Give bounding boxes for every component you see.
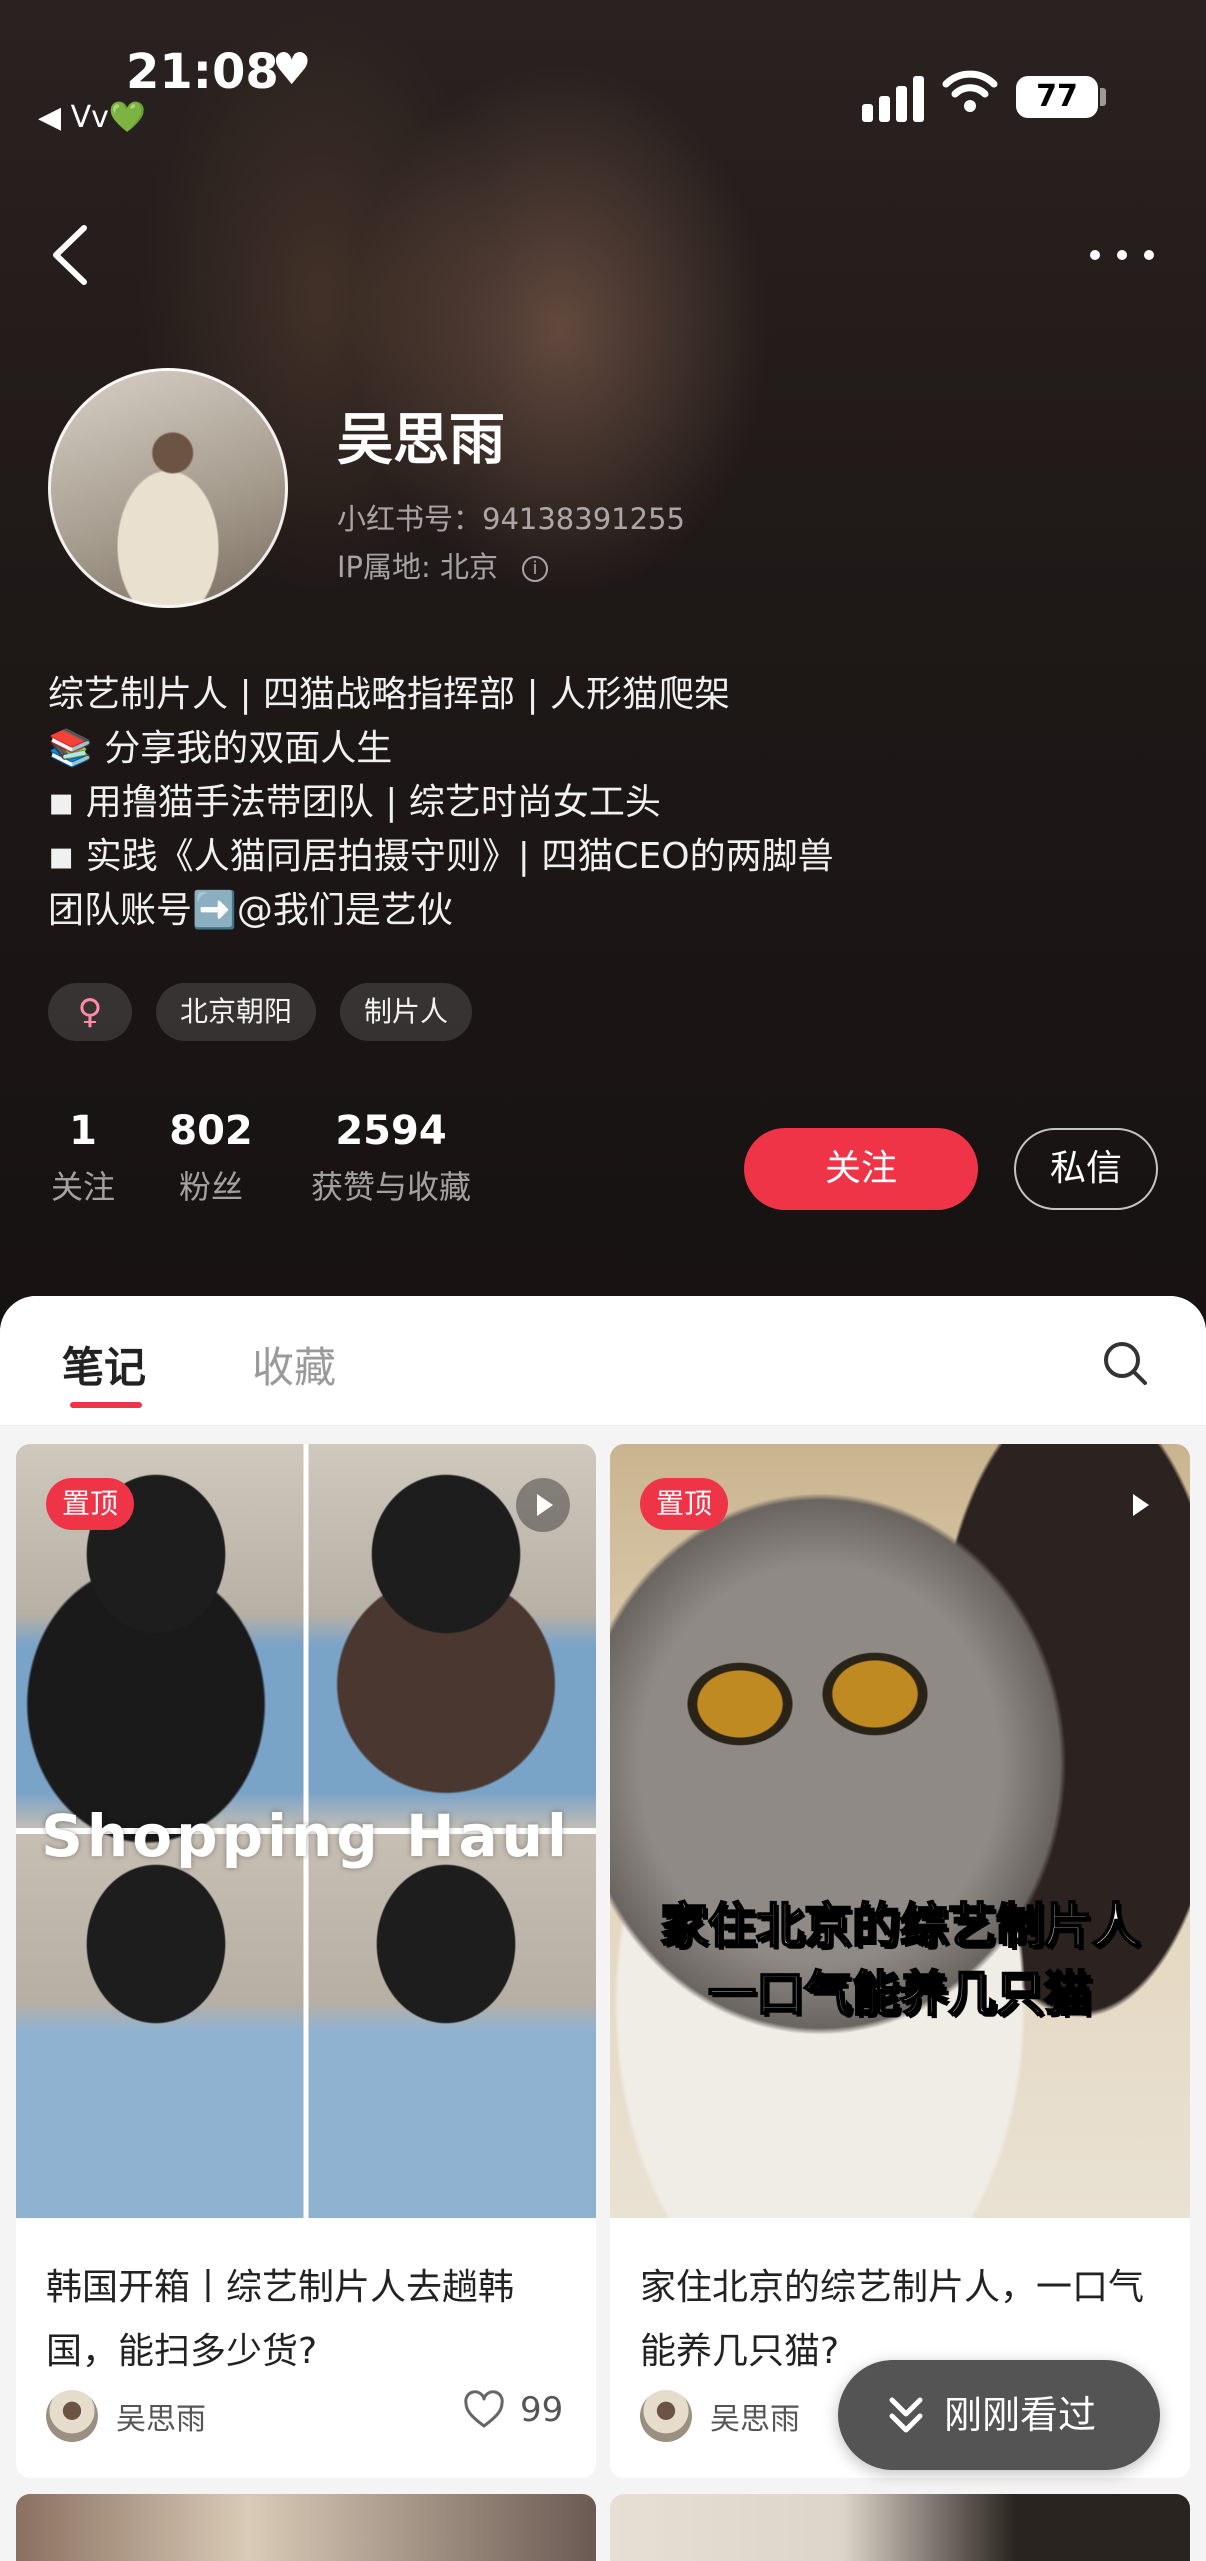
like-icon[interactable] [462, 2388, 506, 2432]
follow-button[interactable]: 关注 [744, 1128, 978, 1210]
note-card-partial[interactable] [16, 2494, 596, 2561]
tabs-bar: 笔记 收藏 [0, 1296, 1206, 1426]
stat-label: 粉丝 [178, 1168, 243, 1206]
pinned-badge: 置顶 [46, 1478, 135, 1530]
status-time: 21:08 [126, 44, 279, 100]
recently-viewed-label: 刚刚看过 [944, 2393, 1097, 2437]
stat-following[interactable]: 1 关注 [48, 1105, 118, 1217]
gender-tag: ♀ [48, 983, 132, 1041]
heart-icon: ♥ [272, 44, 312, 95]
status-bar: 21:08 ♥ ◀ Vv💚 77 [0, 0, 1206, 150]
author-avatar [46, 2390, 98, 2442]
active-tab-indicator [70, 1402, 142, 1408]
wifi-icon [942, 70, 998, 112]
profile-name: 吴思雨 [337, 408, 505, 473]
bio-line: ◾ 实践《人猫同居拍摄守则》| 四猫CEO的两脚兽 [48, 836, 834, 877]
back-to-app-label[interactable]: ◀ Vv💚 [38, 100, 146, 135]
stat-value: 802 [169, 1108, 253, 1154]
bio-line-team-account[interactable]: 团队账号➡️@我们是艺伙 [48, 884, 1158, 938]
ip-location-text: IP属地: 北京 [337, 550, 499, 584]
message-button[interactable]: 私信 [1014, 1128, 1158, 1210]
bio-line: ◾ 用撸猫手法带团队 | 综艺时尚女工头 [48, 782, 661, 823]
battery-icon: 77 [1016, 76, 1098, 118]
recently-viewed-button[interactable]: 刚刚看过 [838, 2360, 1160, 2470]
author-name: 吴思雨 [116, 2402, 206, 2437]
tab-collections[interactable]: 收藏 [252, 1334, 336, 1395]
note-card-partial[interactable] [610, 2494, 1190, 2561]
note-card[interactable]: 置顶 Shopping Haul 韩国开箱丨综艺制片人去趟韩国，能扫多少货? 吴… [16, 1444, 596, 2478]
occupation-tag: 制片人 [340, 983, 473, 1041]
cellular-signal-icon [862, 74, 924, 122]
cover-overlay-text: 一口气能养几只猫 [707, 1965, 1093, 2023]
red-id: 小红书号：94138391255 [337, 502, 685, 536]
pinned-badge: 置顶 [640, 1478, 729, 1530]
info-icon[interactable]: i [522, 556, 549, 582]
ip-location: IP属地: 北京 i [337, 544, 549, 586]
tab-notes[interactable]: 笔记 [62, 1334, 146, 1395]
profile-bio: 综艺制片人 | 四猫战略指挥部 | 人形猫爬架 📚 分享我的双面人生 ◾ 用撸猫… [48, 668, 1158, 938]
note-title: 韩国开箱丨综艺制片人去趟韩国，能扫多少货? [46, 2267, 515, 2372]
stat-followers[interactable]: 802 粉丝 [166, 1105, 256, 1217]
profile-avatar[interactable] [48, 368, 288, 608]
note-cover-image[interactable]: 置顶 家住北京的综艺制片人 一口气能养几只猫 [610, 1444, 1190, 2218]
play-icon [516, 1478, 570, 1532]
stat-value: 2594 [335, 1108, 447, 1154]
like-count: 99 [520, 2390, 564, 2430]
more-icon[interactable] [1090, 245, 1154, 265]
play-icon [1112, 1478, 1166, 1532]
author-name: 吴思雨 [710, 2402, 800, 2437]
bio-line: 📚 分享我的双面人生 [48, 728, 393, 769]
note-card[interactable]: 置顶 家住北京的综艺制片人 一口气能养几只猫 家住北京的综艺制片人，一口气能养几… [610, 1444, 1190, 2478]
battery-tip [1100, 88, 1106, 106]
back-icon[interactable] [46, 222, 96, 288]
note-cover-image[interactable]: 置顶 Shopping Haul [16, 1444, 596, 2218]
chevron-down-icon [889, 2397, 923, 2433]
author-avatar [640, 2390, 692, 2442]
profile-tags: ♀ 北京朝阳 制片人 [48, 983, 473, 1041]
search-icon[interactable] [1100, 1338, 1150, 1388]
stat-label: 关注 [50, 1168, 115, 1206]
stat-likes-and-saves[interactable]: 2594 获赞与收藏 [298, 1105, 484, 1217]
location-tag[interactable]: 北京朝阳 [156, 983, 317, 1041]
stat-value: 1 [69, 1108, 97, 1154]
stat-label: 获赞与收藏 [310, 1168, 471, 1206]
cover-overlay-text: Shopping Haul [41, 1802, 571, 1870]
cover-overlay-text: 家住北京的综艺制片人 [659, 1897, 1141, 1955]
bio-line: 综艺制片人 | 四猫战略指挥部 | 人形猫爬架 [48, 674, 731, 715]
